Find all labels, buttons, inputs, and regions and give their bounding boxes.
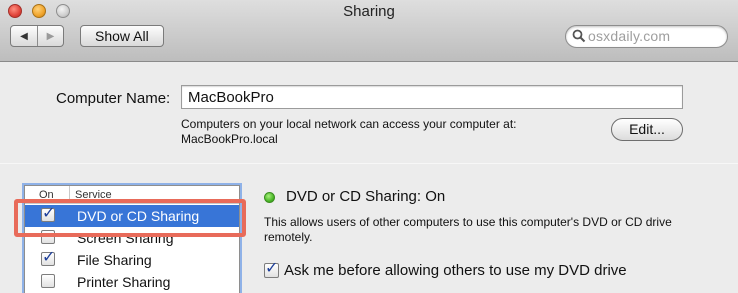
checkmark-icon: ✓ <box>265 260 279 277</box>
sharing-preferences-window: Sharing ◀ ▶ Show All osxdaily.com Comput… <box>0 0 738 293</box>
edit-button[interactable]: Edit... <box>611 118 683 141</box>
status-indicator-icon <box>264 192 275 203</box>
computer-name-field[interactable]: MacBookPro <box>181 85 683 109</box>
service-checkbox-file-sharing[interactable]: ✓ <box>41 249 56 266</box>
ask-before-allowing-label[interactable]: Ask me before allowing others to use my … <box>284 262 627 279</box>
service-label: File Sharing <box>77 252 152 268</box>
service-status-text: DVD or CD Sharing: On <box>286 188 446 205</box>
computer-name-description: Computers on your local network can acce… <box>181 117 516 147</box>
window-title: Sharing <box>343 3 395 20</box>
service-checkbox-printer-sharing[interactable] <box>41 274 55 288</box>
service-label: Printer Sharing <box>77 274 171 290</box>
back-forward-control: ◀ ▶ <box>10 25 64 47</box>
section-divider <box>0 163 738 164</box>
show-all-button[interactable]: Show All <box>80 25 164 47</box>
search-text: osxdaily.com <box>588 28 671 44</box>
service-description: This allows users of other computers to … <box>264 215 672 244</box>
search-field[interactable]: osxdaily.com <box>565 25 728 48</box>
computer-name-description-line1: Computers on your local network can acce… <box>181 117 517 131</box>
computer-name-label: Computer Name: <box>56 90 171 107</box>
service-row-file-sharing[interactable]: ✓ File Sharing <box>25 249 239 271</box>
title-toolbar: Sharing ◀ ▶ Show All osxdaily.com <box>0 0 738 62</box>
computer-name-local-address: MacBookPro.local <box>181 132 278 146</box>
ask-before-allowing-checkbox[interactable]: ✓ <box>264 260 279 278</box>
annotation-highlight-box <box>14 199 246 237</box>
service-row-printer-sharing[interactable]: Printer Sharing <box>25 271 239 293</box>
search-icon <box>572 29 586 43</box>
back-button[interactable]: ◀ <box>11 26 37 46</box>
forward-button[interactable]: ▶ <box>37 26 63 46</box>
computer-name-value: MacBookPro <box>188 89 274 106</box>
checkmark-icon: ✓ <box>42 249 56 266</box>
